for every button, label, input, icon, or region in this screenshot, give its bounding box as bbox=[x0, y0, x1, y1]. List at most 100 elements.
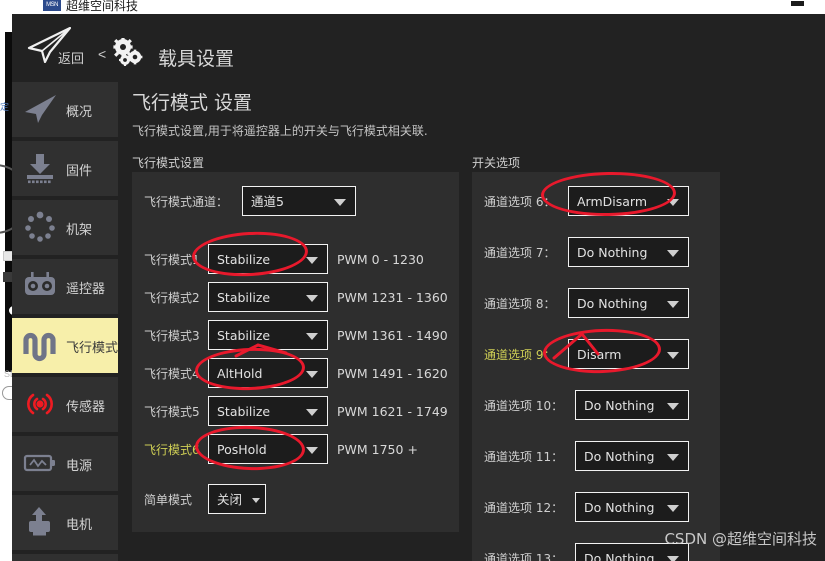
flight-mode-channel-select[interactable]: 通道5 bbox=[242, 186, 356, 216]
channel-option-value-8: Do Nothing bbox=[577, 296, 648, 311]
sidebar-item-motors[interactable]: 电机 bbox=[12, 495, 118, 550]
channel-option-value-13: Do Nothing bbox=[584, 551, 655, 561]
channel-option-select-7[interactable]: Do Nothing bbox=[568, 237, 689, 267]
channel-option-select-10[interactable]: Do Nothing bbox=[575, 390, 689, 420]
flight-mode-pwm-6: PWM 1750 + bbox=[337, 442, 418, 457]
background-text-a: 定 bbox=[0, 102, 10, 112]
channel-option-label-8: 通道选项 8： bbox=[484, 297, 556, 311]
flight-mode-label-3: 飞行模式3 bbox=[144, 329, 200, 343]
sidebar-item-label: 电机 bbox=[66, 518, 93, 533]
flight-mode-select-6[interactable]: PosHold bbox=[208, 434, 328, 464]
flight-mode-select-5[interactable]: Stabilize bbox=[208, 396, 328, 426]
flight-mode-select-1[interactable]: Stabilize bbox=[208, 244, 328, 274]
flight-mode-row-4: 飞行模式4 AltHold PWM 1491 - 1620 bbox=[132, 358, 459, 390]
flight-mode-value-1: Stabilize bbox=[217, 252, 271, 267]
sidebar-item-safety[interactable]: 安全 bbox=[12, 554, 118, 561]
flight-mode-pwm-4: PWM 1491 - 1620 bbox=[337, 366, 448, 381]
channel-option-row-11: 通道选项 11： Do Nothing bbox=[472, 441, 720, 473]
channel-option-select-12[interactable]: Do Nothing bbox=[575, 492, 689, 522]
screenshot-root: MSN 超维空间科技 定 SD 返回 < 载具设置 概况 固件 机架 遥控器 飞… bbox=[0, 0, 825, 561]
page-title-vehicle-setup: 载具设置 bbox=[158, 48, 235, 70]
qgroundcontrol-window: 返回 < 载具设置 概况 固件 机架 遥控器 飞行模式 传感器 电源 电机 飞行… bbox=[12, 14, 825, 561]
sidebar-item-flight-modes[interactable]: 飞行模式 bbox=[12, 318, 118, 373]
chevron-down-icon bbox=[306, 371, 318, 378]
group-label-flight-modes: 飞行模式设置 bbox=[132, 156, 205, 170]
sidebar-item-summary[interactable]: 概况 bbox=[12, 82, 118, 137]
channel-option-select-6[interactable]: ArmDisarm bbox=[568, 186, 689, 216]
page-subtitle: 飞行模式设置,用于将遥控器上的开关与飞行模式相关联. bbox=[132, 124, 428, 138]
flight-mode-channel-label: 飞行模式通道： bbox=[144, 195, 229, 209]
channel-option-label-12: 通道选项 12： bbox=[484, 501, 564, 515]
channel-option-label-11: 通道选项 11： bbox=[484, 450, 564, 464]
channel-option-value-7: Do Nothing bbox=[577, 245, 648, 260]
flight-mode-row-2: 飞行模式2 Stabilize PWM 1231 - 1360 bbox=[132, 282, 459, 314]
power-icon bbox=[23, 454, 55, 472]
chevron-down-icon bbox=[252, 498, 260, 503]
chevron-down-icon bbox=[667, 403, 679, 410]
sidebar-item-label: 机架 bbox=[66, 223, 93, 238]
simple-mode-select[interactable]: 关闭 bbox=[208, 484, 266, 514]
flight-mode-channel-row: 飞行模式通道： 通道5 bbox=[132, 186, 459, 218]
chevron-down-icon bbox=[306, 295, 318, 302]
flight-mode-value-6: PosHold bbox=[217, 442, 267, 457]
chevron-down-icon bbox=[667, 352, 679, 359]
paper-plane-icon bbox=[25, 95, 56, 123]
page-title: 飞行模式 设置 bbox=[132, 92, 253, 114]
flight-mode-label-2: 飞行模式2 bbox=[144, 291, 200, 305]
flight-mode-value-2: Stabilize bbox=[217, 290, 271, 305]
sidebar-item-label: 飞行模式 bbox=[66, 341, 119, 356]
flight-mode-select-4[interactable]: AltHold bbox=[208, 358, 328, 388]
os-window-title: 超维空间科技 bbox=[66, 0, 139, 13]
channel-option-row-6: 通道选项 6： ArmDisarm bbox=[472, 186, 720, 218]
chevron-down-icon bbox=[306, 409, 318, 416]
flight-mode-row-3: 飞行模式3 Stabilize PWM 1361 - 1490 bbox=[132, 320, 459, 352]
flight-mode-value-5: Stabilize bbox=[217, 404, 271, 419]
chevron-down-icon bbox=[334, 199, 346, 206]
minimize-button[interactable] bbox=[791, 1, 804, 6]
simple-mode-row: 简单模式 关闭 bbox=[132, 484, 459, 516]
chevron-down-icon bbox=[667, 301, 679, 308]
flight-mode-value-3: Stabilize bbox=[217, 328, 271, 343]
chevron-left-icon: < bbox=[98, 46, 107, 62]
gears-icon bbox=[113, 38, 143, 66]
airframe-icon bbox=[25, 211, 55, 242]
sidebar-item-airframe[interactable]: 机架 bbox=[12, 200, 118, 255]
sidebar-item-power[interactable]: 电源 bbox=[12, 436, 118, 491]
back-label[interactable]: 返回 bbox=[58, 48, 84, 67]
channel-option-label-6: 通道选项 6： bbox=[484, 195, 556, 209]
channel-option-row-12: 通道选项 12： Do Nothing bbox=[472, 492, 720, 524]
channel-option-row-8: 通道选项 8： Do Nothing bbox=[472, 288, 720, 320]
simple-mode-value: 关闭 bbox=[217, 492, 243, 507]
sidebar-item-radio[interactable]: 遥控器 bbox=[12, 259, 118, 314]
sidebar-item-label: 传感器 bbox=[66, 400, 106, 415]
channel-option-select-9[interactable]: Disarm bbox=[568, 339, 689, 369]
flight-mode-label-5: 飞行模式5 bbox=[144, 405, 200, 419]
sidebar-item-firmware[interactable]: 固件 bbox=[12, 141, 118, 196]
radio-icon bbox=[25, 272, 55, 295]
channel-option-label-10: 通道选项 10： bbox=[484, 399, 564, 413]
channel-option-value-10: Do Nothing bbox=[584, 398, 655, 413]
flight-mode-select-3[interactable]: Stabilize bbox=[208, 320, 328, 350]
flight-mode-label-6: 飞行模式6 bbox=[144, 443, 200, 457]
setup-sidebar: 概况 固件 机架 遥控器 飞行模式 传感器 电源 电机 bbox=[12, 82, 120, 561]
chevron-down-icon bbox=[667, 556, 679, 561]
sidebar-item-label: 概况 bbox=[66, 105, 93, 120]
flight-mode-label-4: 飞行模式4 bbox=[144, 367, 200, 381]
flight-mode-pwm-3: PWM 1361 - 1490 bbox=[337, 328, 448, 343]
channel-option-select-11[interactable]: Do Nothing bbox=[575, 441, 689, 471]
flight-mode-select-2[interactable]: Stabilize bbox=[208, 282, 328, 312]
channel-option-label-13: 通道选项 13： bbox=[484, 552, 564, 561]
channel-option-select-8[interactable]: Do Nothing bbox=[568, 288, 689, 318]
watermark: CSDN @超维空间科技 bbox=[664, 530, 817, 548]
flight-modes-content: 飞行模式 设置 飞行模式设置,用于将遥控器上的开关与飞行模式相关联. 飞行模式设… bbox=[132, 76, 825, 561]
flight-modes-panel: 飞行模式通道： 通道5 飞行模式1 Stabilize PWM 0 - 1230 bbox=[132, 172, 459, 532]
flight-mode-row-1: 飞行模式1 Stabilize PWM 0 - 1230 bbox=[132, 244, 459, 276]
flight-mode-channel-value: 通道5 bbox=[251, 194, 284, 209]
channel-option-value-12: Do Nothing bbox=[584, 500, 655, 515]
channel-option-value-6: ArmDisarm bbox=[577, 194, 648, 209]
flight-mode-pwm-5: PWM 1621 - 1749 bbox=[337, 404, 448, 419]
sidebar-item-sensors[interactable]: 传感器 bbox=[12, 377, 118, 432]
channel-option-label-9: 通道选项 9： bbox=[484, 348, 556, 362]
sidebar-item-label: 固件 bbox=[66, 164, 93, 179]
firmware-icon bbox=[27, 154, 53, 184]
